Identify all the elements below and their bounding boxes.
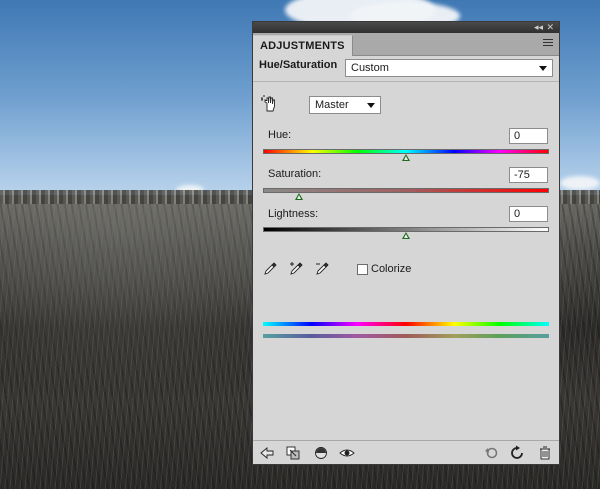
collapse-arrows-icon[interactable]: ◂◂ bbox=[534, 22, 543, 33]
cloud bbox=[560, 176, 600, 190]
panel-titlebar[interactable]: ◂◂ ✕ bbox=[253, 22, 559, 33]
lightness-slider-thumb[interactable] bbox=[402, 232, 410, 239]
colorize-checkbox[interactable] bbox=[357, 264, 368, 275]
saturation-label: Saturation: bbox=[268, 168, 322, 180]
close-icon[interactable]: ✕ bbox=[546, 22, 554, 33]
hue-slider-thumb[interactable] bbox=[402, 154, 410, 161]
panel-menu-icon[interactable] bbox=[543, 39, 553, 48]
chevron-down-icon bbox=[539, 66, 547, 71]
hue-label: Hue: bbox=[268, 129, 292, 141]
adjustment-title: Hue/Saturation bbox=[259, 59, 338, 71]
back-arrow-icon[interactable] bbox=[259, 445, 275, 461]
view-previous-state-icon[interactable] bbox=[313, 445, 329, 461]
saturation-slider-thumb[interactable] bbox=[294, 193, 303, 200]
tab-row: ADJUSTMENTS bbox=[253, 33, 559, 56]
refresh-icon[interactable] bbox=[509, 445, 525, 461]
eyedropper-icon[interactable] bbox=[263, 260, 279, 276]
eyedropper-plus-icon[interactable] bbox=[289, 260, 305, 276]
reset-icon[interactable] bbox=[483, 445, 499, 461]
eyedropper-minus-icon[interactable] bbox=[315, 260, 331, 276]
clip-to-layer-icon[interactable] bbox=[285, 445, 301, 461]
saturation-input[interactable]: -75 bbox=[509, 167, 548, 183]
targeted-adjustment-hand-icon[interactable] bbox=[261, 95, 279, 113]
trash-icon[interactable] bbox=[537, 445, 553, 461]
panel-footer bbox=[253, 440, 559, 465]
saturation-slider-track[interactable] bbox=[263, 188, 549, 193]
channel-dropdown[interactable]: Master bbox=[309, 96, 381, 114]
preset-value: Custom bbox=[351, 62, 389, 74]
output-color-range-bar bbox=[263, 334, 549, 338]
lightness-label: Lightness: bbox=[268, 208, 319, 220]
visibility-eye-icon[interactable] bbox=[339, 445, 355, 461]
tab-adjustments[interactable]: ADJUSTMENTS bbox=[253, 35, 353, 56]
colorize-label: Colorize bbox=[371, 263, 412, 275]
channel-value: Master bbox=[315, 99, 349, 111]
input-color-range-bar bbox=[263, 322, 549, 326]
divider bbox=[253, 81, 559, 82]
preset-dropdown[interactable]: Custom bbox=[345, 59, 553, 77]
adjustments-panel: ◂◂ ✕ ADJUSTMENTS Hue/Saturation Custom M… bbox=[252, 21, 560, 465]
hue-input[interactable]: 0 bbox=[509, 128, 548, 144]
lightness-input[interactable]: 0 bbox=[509, 206, 548, 222]
chevron-down-icon bbox=[367, 103, 375, 108]
